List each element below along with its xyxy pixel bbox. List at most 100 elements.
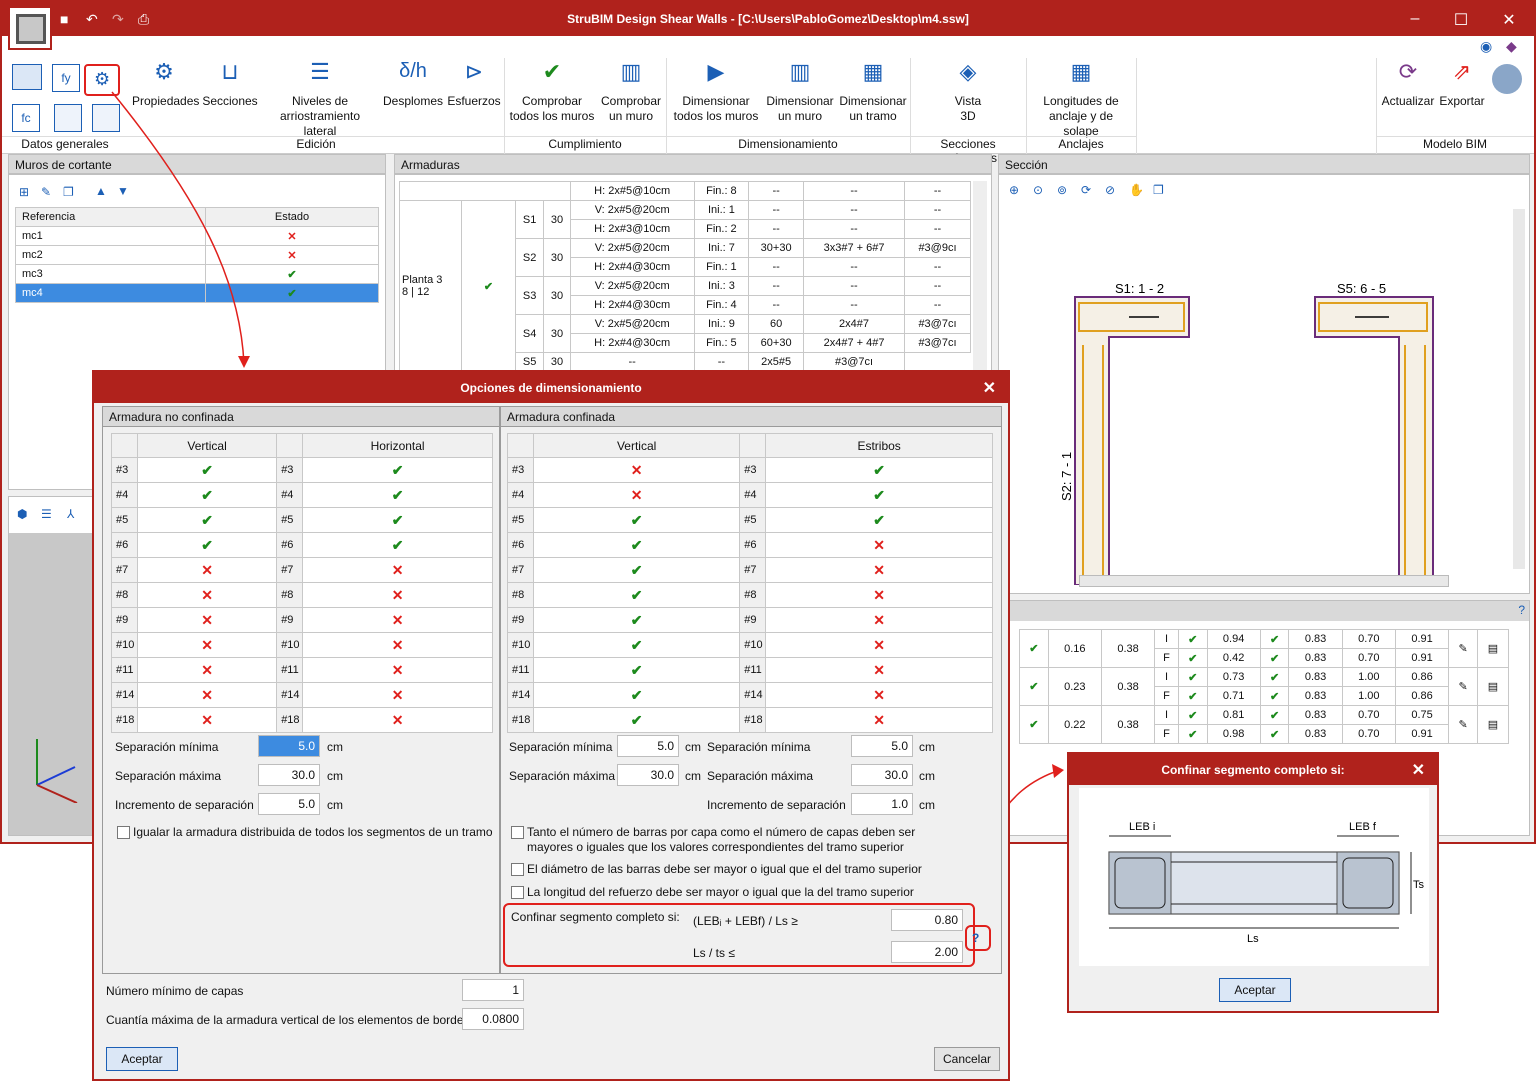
cross-icon[interactable]: ✕	[302, 582, 493, 608]
dialog2-close-button[interactable]: ✕	[1412, 760, 1425, 780]
check-icon[interactable]: ✔	[765, 507, 993, 533]
check-icon[interactable]: ✔	[136, 457, 278, 483]
check-icon[interactable]: ✔	[302, 507, 493, 533]
check-icon[interactable]: ✔	[302, 457, 493, 483]
bar-label: #3	[111, 457, 138, 483]
rebar-row: #3 ✔ #3 ✔	[111, 457, 493, 483]
c-sep-min-label: Separación mínima	[509, 740, 613, 754]
accept-button[interactable]: Aceptar	[106, 1047, 178, 1071]
e-sep-max-input[interactable]: 30.0	[851, 764, 913, 786]
dialog2-accept-button[interactable]: Aceptar	[1219, 978, 1291, 1002]
cross-icon[interactable]: ✕	[136, 682, 278, 708]
check-icon[interactable]: ✔	[302, 482, 493, 508]
check-icon[interactable]: ✔	[136, 507, 278, 533]
u-sep-max-input[interactable]: 30.0	[258, 764, 320, 786]
bar-label: #8	[276, 582, 304, 608]
cross-icon[interactable]: ✕	[765, 632, 993, 658]
check-icon[interactable]: ✔	[532, 682, 741, 708]
rebar-row: #8 ✕ #8 ✕	[111, 582, 493, 608]
cross-icon[interactable]: ✕	[302, 682, 493, 708]
cross-icon[interactable]: ✕	[765, 707, 993, 733]
bar-label: #18	[111, 707, 138, 733]
check-icon[interactable]: ✔	[765, 457, 993, 483]
cuantia-input[interactable]: 0.0800	[462, 1008, 524, 1030]
check-icon[interactable]: ✔	[532, 532, 741, 558]
cross-icon[interactable]: ✕	[302, 657, 493, 683]
unit-label: cm	[919, 740, 935, 754]
formula2-label: Ls / ts ≤	[693, 946, 735, 960]
cross-icon[interactable]: ✕	[765, 582, 993, 608]
unit-label: cm	[327, 769, 343, 783]
unit-label: cm	[919, 769, 935, 783]
confinar-help-button[interactable]: ?	[965, 925, 991, 951]
cross-icon[interactable]: ✕	[302, 607, 493, 633]
cross-icon[interactable]: ✕	[765, 607, 993, 633]
help-icon: ?	[972, 931, 980, 945]
cross-icon[interactable]: ✕	[302, 707, 493, 733]
check-icon[interactable]: ✔	[532, 507, 741, 533]
cross-icon[interactable]: ✕	[302, 632, 493, 658]
check-icon[interactable]: ✔	[136, 532, 278, 558]
dialog-close-button[interactable]: ✕	[983, 378, 996, 398]
cross-icon[interactable]: ✕	[136, 632, 278, 658]
cancel-button[interactable]: Cancelar	[934, 1047, 1000, 1071]
check-icon[interactable]: ✔	[532, 657, 741, 683]
unconfined-section: Armadura no confinada Vertical Horizontal…	[102, 406, 500, 974]
rebar-row: #11 ✕ #11 ✕	[111, 657, 493, 683]
bar-label: #5	[111, 507, 138, 533]
check-icon[interactable]: ✔	[302, 532, 493, 558]
cross-icon[interactable]: ✕	[532, 482, 741, 508]
cross-icon[interactable]: ✕	[302, 557, 493, 583]
col-estribos: Estribos	[765, 433, 993, 458]
u-sep-min-input[interactable]: 5.0	[258, 735, 320, 757]
check-icon[interactable]: ✔	[532, 607, 741, 633]
rebar-row: #14 ✔ #14 ✕	[507, 682, 993, 708]
igualar-checkbox[interactable]	[117, 826, 130, 839]
rebar-row: #4 ✕ #4 ✔	[507, 482, 993, 508]
confinar-ratio1-input[interactable]: 0.80	[891, 909, 963, 931]
longitud-label: La longitud del refuerzo debe ser mayor …	[527, 885, 914, 899]
cross-icon[interactable]: ✕	[765, 557, 993, 583]
check-icon[interactable]: ✔	[765, 482, 993, 508]
bar-label: #10	[739, 632, 767, 658]
cross-icon[interactable]: ✕	[136, 657, 278, 683]
diametro-checkbox[interactable]	[511, 863, 524, 876]
design-options-dialog: Opciones de dimensionamiento ✕ Armadura n…	[92, 370, 1010, 1081]
e-sep-inc-input[interactable]: 1.0	[851, 793, 913, 815]
e-sep-min-input[interactable]: 5.0	[851, 735, 913, 757]
tanto-checkbox[interactable]	[511, 826, 524, 839]
cross-icon[interactable]: ✕	[136, 557, 278, 583]
rebar-row: #18 ✔ #18 ✕	[507, 707, 993, 733]
cuantia-label: Cuantía máxima de la armadura vertical d…	[106, 1013, 464, 1027]
cross-icon[interactable]: ✕	[532, 457, 741, 483]
check-icon[interactable]: ✔	[532, 557, 741, 583]
check-icon[interactable]: ✔	[532, 582, 741, 608]
cross-icon[interactable]: ✕	[765, 682, 993, 708]
cross-icon[interactable]: ✕	[765, 657, 993, 683]
rebar-row: #10 ✕ #10 ✕	[111, 632, 493, 658]
c-sep-max-input[interactable]: 30.0	[617, 764, 679, 786]
check-icon[interactable]: ✔	[532, 632, 741, 658]
bar-label: #8	[507, 582, 534, 608]
longitud-checkbox[interactable]	[511, 886, 524, 899]
ls-label: Ls	[1247, 933, 1259, 945]
cross-icon[interactable]: ✕	[136, 582, 278, 608]
formula1-label: (LEBᵢ + LEBf) / Ls ≥	[693, 914, 798, 928]
confinar-label: Confinar segmento completo si:	[511, 910, 680, 924]
min-capas-input[interactable]: 1	[462, 979, 524, 1001]
col-vertical-conf: Vertical	[532, 433, 741, 458]
check-icon[interactable]: ✔	[532, 707, 741, 733]
confinar-ratio2-input[interactable]: 2.00	[891, 941, 963, 963]
bar-label: #4	[276, 482, 304, 508]
cross-icon[interactable]: ✕	[136, 607, 278, 633]
app-logo-icon[interactable]	[8, 6, 52, 50]
cross-icon[interactable]: ✕	[765, 532, 993, 558]
c-sep-min-input[interactable]: 5.0	[617, 735, 679, 757]
bar-label: #14	[276, 682, 304, 708]
bar-label: #14	[507, 682, 534, 708]
check-icon[interactable]: ✔	[136, 482, 278, 508]
bar-label: #10	[111, 632, 138, 658]
e-sep-max-label: Separación máxima	[707, 769, 814, 783]
cross-icon[interactable]: ✕	[136, 707, 278, 733]
u-sep-inc-input[interactable]: 5.0	[258, 793, 320, 815]
